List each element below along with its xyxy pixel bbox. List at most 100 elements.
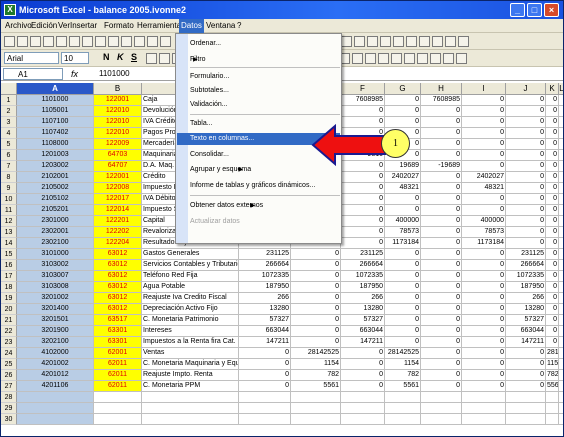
cell-b22[interactable]: 63301 [94, 326, 142, 337]
cell-k19[interactable]: 0 [546, 293, 559, 304]
cell-h19[interactable]: 0 [421, 293, 462, 304]
cell-d18[interactable]: 187950 [239, 282, 291, 293]
cell-k20[interactable]: 0 [546, 304, 559, 315]
cell-d17[interactable]: 1072335 [239, 271, 291, 282]
cell-b7[interactable]: 64707 [94, 161, 142, 172]
row-header[interactable]: 8 [1, 172, 17, 183]
cell-a30[interactable] [17, 414, 94, 425]
cell-b18[interactable]: 63012 [94, 282, 142, 293]
italic-button[interactable]: K [117, 52, 124, 62]
cell-f26[interactable]: 0 [341, 370, 385, 381]
toolbar-icon-0[interactable] [4, 36, 15, 47]
row-header[interactable]: 29 [1, 403, 17, 414]
toolbar-icon-3[interactable] [43, 36, 54, 47]
cell-i28[interactable] [462, 392, 506, 403]
cell-i17[interactable]: 0 [462, 271, 506, 282]
cell-c19[interactable]: Reajuste Iva Credito Fiscal [142, 293, 239, 304]
cell-c24[interactable]: Ventas [142, 348, 239, 359]
cell-k28[interactable] [546, 392, 559, 403]
cell-h20[interactable]: 0 [421, 304, 462, 315]
cell-k8[interactable]: 0 [546, 172, 559, 183]
cell-i13[interactable]: 78573 [462, 227, 506, 238]
row-header[interactable]: 2 [1, 106, 17, 117]
row-header[interactable]: 11 [1, 205, 17, 216]
cell-d26[interactable]: 0 [239, 370, 291, 381]
cell-d30[interactable] [239, 414, 291, 425]
cell-f11[interactable]: 0 [341, 205, 385, 216]
cell-h6[interactable]: 0 [421, 150, 462, 161]
cell-k26[interactable]: 782 [546, 370, 559, 381]
cell-e25[interactable]: 1154 [291, 359, 341, 370]
cell-h24[interactable]: 0 [421, 348, 462, 359]
cell-k30[interactable] [546, 414, 559, 425]
row-header[interactable]: 23 [1, 337, 17, 348]
cell-b9[interactable]: 122008 [94, 183, 142, 194]
cell-g28[interactable] [385, 392, 421, 403]
cell-c17[interactable]: Teléfono Red Fija [142, 271, 239, 282]
row-header[interactable]: 5 [1, 139, 17, 150]
cell-b2[interactable]: 122010 [94, 106, 142, 117]
cell-k24[interactable]: 28142525 [546, 348, 559, 359]
cell-k2[interactable]: 0 [546, 106, 559, 117]
row-header[interactable]: 30 [1, 414, 17, 425]
cell-g16[interactable]: 0 [385, 260, 421, 271]
cell-b16[interactable]: 63012 [94, 260, 142, 271]
cell-h2[interactable]: 0 [421, 106, 462, 117]
cell-j18[interactable]: 187950 [506, 282, 546, 293]
toolbar-right-icon-8[interactable] [445, 36, 456, 47]
cell-c20[interactable]: Depreciación Activo Fijo [142, 304, 239, 315]
cell-l4[interactable] [559, 128, 563, 139]
cell-j11[interactable]: 0 [506, 205, 546, 216]
cell-k3[interactable]: 0 [546, 117, 559, 128]
cell-l8[interactable] [559, 172, 563, 183]
cell-i6[interactable]: 0 [462, 150, 506, 161]
cell-j12[interactable]: 0 [506, 216, 546, 227]
cell-k1[interactable]: 0 [546, 95, 559, 106]
cell-a12[interactable]: 2301000 [17, 216, 94, 227]
cell-a20[interactable]: 3201400 [17, 304, 94, 315]
cell-a5[interactable]: 1108000 [17, 139, 94, 150]
row-header[interactable]: 25 [1, 359, 17, 370]
cell-f19[interactable]: 266 [341, 293, 385, 304]
cell-l26[interactable] [559, 370, 563, 381]
cell-k15[interactable]: 0 [546, 249, 559, 260]
cell-l19[interactable] [559, 293, 563, 304]
cell-b25[interactable]: 62011 [94, 359, 142, 370]
cell-l6[interactable] [559, 150, 563, 161]
cell-a14[interactable]: 2302100 [17, 238, 94, 249]
cell-b14[interactable]: 122204 [94, 238, 142, 249]
format-icon-10[interactable] [404, 53, 415, 64]
row-header[interactable]: 19 [1, 293, 17, 304]
row-header[interactable]: 24 [1, 348, 17, 359]
menu-herramientas-item[interactable]: Herramientas [137, 19, 185, 33]
cell-g11[interactable]: 0 [385, 205, 421, 216]
cell-j21[interactable]: 57327 [506, 315, 546, 326]
cell-h15[interactable]: 0 [421, 249, 462, 260]
cell-k9[interactable]: 0 [546, 183, 559, 194]
cell-k21[interactable]: 0 [546, 315, 559, 326]
menu-item-obtener-datos-externos[interactable]: Obtener datos externos ▶ [190, 200, 263, 212]
menu-item-ordenar[interactable]: Ordenar... [190, 38, 221, 50]
cell-h17[interactable]: 0 [421, 271, 462, 282]
cell-i26[interactable]: 0 [462, 370, 506, 381]
toolbar-right-icon-5[interactable] [406, 36, 417, 47]
format-icon-13[interactable] [443, 53, 454, 64]
cell-e16[interactable]: 0 [291, 260, 341, 271]
cell-f10[interactable]: 0 [341, 194, 385, 205]
cell-c29[interactable] [142, 403, 239, 414]
cell-l1[interactable] [559, 95, 563, 106]
menu-item-consolidar[interactable]: Consolidar... [190, 149, 229, 161]
cell-k27[interactable]: 5561 [546, 381, 559, 392]
cell-j7[interactable]: 0 [506, 161, 546, 172]
cell-i1[interactable]: 0 [462, 95, 506, 106]
cell-k5[interactable]: 0 [546, 139, 559, 150]
cell-l2[interactable] [559, 106, 563, 117]
cell-b10[interactable]: 122017 [94, 194, 142, 205]
cell-j19[interactable]: 266 [506, 293, 546, 304]
toolbar-right-icon-7[interactable] [432, 36, 443, 47]
cell-a26[interactable]: 4201012 [17, 370, 94, 381]
cell-a13[interactable]: 2302001 [17, 227, 94, 238]
format-icon-9[interactable] [391, 53, 402, 64]
row-header[interactable]: 20 [1, 304, 17, 315]
cell-c23[interactable]: Impuestos a la Renta fira Cat. [142, 337, 239, 348]
